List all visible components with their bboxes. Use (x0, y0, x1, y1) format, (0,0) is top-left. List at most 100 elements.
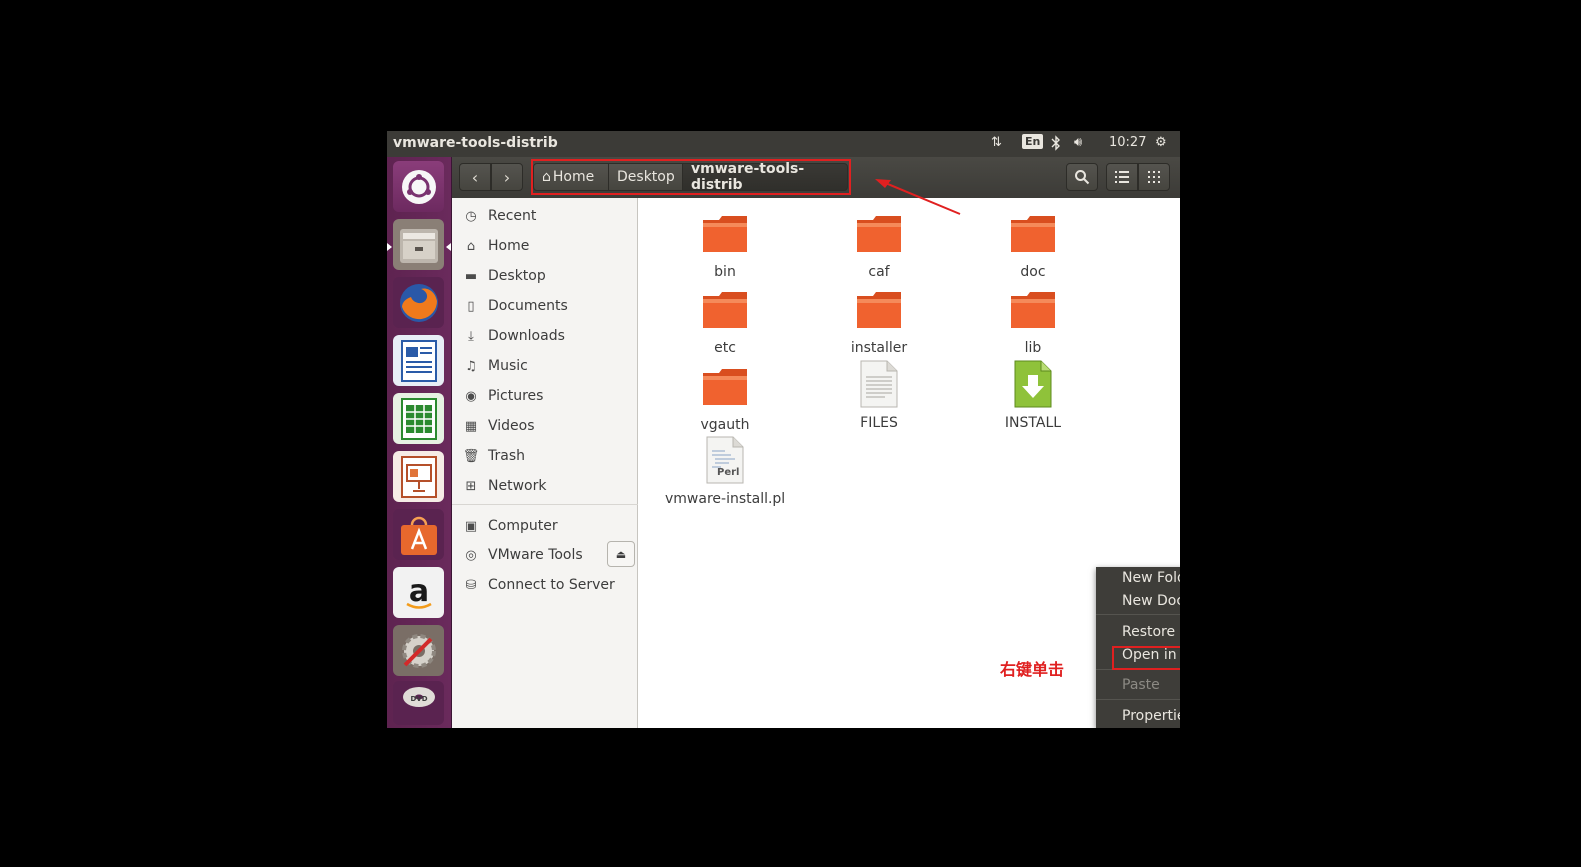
home-icon: ⌂ (466, 238, 476, 254)
files-icon[interactable] (393, 219, 444, 270)
volume-icon[interactable]: 🔊︎ (1074, 135, 1082, 150)
install-download-icon (1014, 360, 1052, 408)
network-icon: ⊞ (465, 478, 477, 494)
sidebar-item-desktop[interactable]: ▬ Desktop (452, 262, 638, 290)
menu-item-label: Properties (1122, 708, 1180, 724)
file-item-folder[interactable]: lib (973, 288, 1093, 356)
sidebar-item-recent[interactable]: ◷ Recent (452, 202, 638, 230)
menu-item-label: Restore Missing Files… (1122, 624, 1180, 640)
ubuntu-desktop: vmware-tools-distrib ⇅ En 🔊︎ 10:27 ⚙ a D… (387, 131, 1180, 728)
sidebar-item-documents[interactable]: ▯ Documents (452, 292, 638, 320)
download-icon: ⤓ (468, 328, 474, 344)
network-arrows-icon[interactable]: ⇅ (991, 135, 1002, 150)
eject-button[interactable]: ⏏ (607, 541, 635, 567)
search-icon (1075, 170, 1090, 185)
menu-separator (1096, 614, 1180, 615)
calc-icon[interactable] (393, 393, 444, 444)
server-icon: ⛁ (465, 577, 477, 593)
sidebar-item-computer[interactable]: ▣ Computer (452, 512, 638, 540)
file-name: vgauth (700, 417, 750, 433)
menu-item-restore-missing-files[interactable]: Restore Missing Files… (1096, 621, 1180, 643)
file-item-folder[interactable]: vgauth (665, 365, 785, 433)
menu-item-new-folder[interactable]: New Folder (1096, 567, 1180, 589)
file-name: etc (714, 340, 736, 356)
file-item-install[interactable]: INSTALL (973, 359, 1093, 431)
grid-icon (1148, 171, 1160, 183)
software-center-icon[interactable] (393, 509, 444, 560)
sidebar-item-home[interactable]: ⌂ Home (452, 232, 638, 260)
sidebar-item-connect-to-server[interactable]: ⛁ Connect to Server (452, 571, 638, 599)
file-name: installer (850, 340, 908, 356)
file-view[interactable]: bin caf doc etc installer lib vgauth FIL… (639, 198, 1180, 728)
top-panel: vmware-tools-distrib ⇅ En 🔊︎ 10:27 ⚙ (387, 131, 1180, 157)
annotation-highlight-box (531, 159, 851, 195)
sidebar-item-label: Network (488, 478, 547, 494)
sidebar-item-label: Downloads (488, 328, 565, 344)
search-button[interactable] (1066, 163, 1098, 191)
menu-item-paste: Paste (1096, 674, 1180, 696)
trash-icon: 🗑︎ (462, 448, 480, 464)
dvd-icon[interactable]: DVD (393, 681, 444, 725)
back-button[interactable]: ‹ (459, 163, 491, 191)
launcher-active-pip (446, 243, 451, 251)
impress-icon[interactable] (393, 451, 444, 502)
menu-item-properties[interactable]: Properties (1096, 705, 1180, 727)
forward-button[interactable]: › (491, 163, 523, 191)
svg-text:a: a (408, 574, 428, 609)
sidebar-divider (452, 504, 638, 505)
menu-separator (1096, 699, 1180, 700)
sidebar-item-label: Videos (488, 418, 535, 434)
sidebar-item-network[interactable]: ⊞ Network (452, 472, 638, 500)
file-name: vmware-install.pl (665, 491, 786, 507)
sidebar-item-downloads[interactable]: ⤓ Downloads (452, 322, 638, 350)
document-icon: ▯ (467, 298, 475, 314)
writer-icon[interactable] (393, 335, 444, 386)
amazon-icon[interactable]: a (393, 567, 444, 618)
folder-icon (1011, 292, 1055, 328)
annotation-right-click-text: 右键单击 (1000, 660, 1065, 679)
menu-item-new-document[interactable]: New Document (1096, 590, 1180, 612)
annotation-arrow (875, 179, 961, 215)
ubuntu-dash-icon[interactable] (393, 161, 444, 212)
system-settings-icon[interactable] (393, 625, 444, 676)
text-file-icon (860, 360, 898, 408)
clock-icon: ◷ (465, 208, 477, 224)
places-sidebar: ◷ Recent ⌂ Home ▬ Desktop ▯ Documents ⤓ … (452, 198, 638, 728)
computer-icon: ▣ (464, 518, 478, 534)
header-bar: ‹ › ⌂ Home Desktop vmware-tools-distrib (452, 157, 1180, 198)
folder-icon (703, 292, 747, 328)
sidebar-item-pictures[interactable]: ◉ Pictures (452, 382, 638, 410)
menu-item-label: New Document (1122, 593, 1180, 609)
sidebar-item-label: Recent (488, 208, 537, 224)
gear-icon[interactable]: ⚙ (1155, 135, 1167, 150)
file-item-perl[interactable]: Perl vmware-install.pl (665, 435, 785, 507)
file-item-folder[interactable]: installer (819, 288, 939, 356)
file-item-folder[interactable]: bin (665, 212, 785, 280)
launcher-active-pip (387, 243, 392, 251)
firefox-icon[interactable] (393, 277, 444, 328)
file-name: INSTALL (1004, 415, 1062, 431)
sidebar-item-label: Computer (488, 518, 558, 534)
grid-view-button[interactable] (1138, 163, 1170, 191)
file-item-folder[interactable]: caf (819, 212, 939, 280)
list-view-button[interactable] (1106, 163, 1138, 191)
sidebar-item-trash[interactable]: 🗑︎ Trash (452, 442, 638, 470)
file-item-folder[interactable]: doc (973, 212, 1093, 280)
window-title: vmware-tools-distrib (393, 135, 558, 151)
clock-display[interactable]: 10:27 (1109, 135, 1146, 150)
folder-icon: ▬ (464, 268, 478, 284)
sidebar-item-music[interactable]: ♫ Music (452, 352, 638, 380)
sidebar-item-label: Home (488, 238, 530, 254)
file-item-text[interactable]: FILES (819, 359, 939, 431)
bluetooth-icon[interactable] (1051, 135, 1061, 155)
disc-icon: ◎ (465, 547, 477, 563)
sidebar-item-label: Documents (488, 298, 568, 314)
keyboard-language-indicator[interactable]: En (1022, 134, 1044, 149)
sidebar-item-vmware-tools[interactable]: ◎ VMware Tools (452, 541, 602, 569)
file-name: doc (1020, 264, 1046, 280)
folder-icon (703, 369, 747, 405)
list-icon (1115, 171, 1129, 183)
menu-item-label: New Folder (1122, 570, 1180, 586)
sidebar-item-videos[interactable]: ▦ Videos (452, 412, 638, 440)
file-item-folder[interactable]: etc (665, 288, 785, 356)
